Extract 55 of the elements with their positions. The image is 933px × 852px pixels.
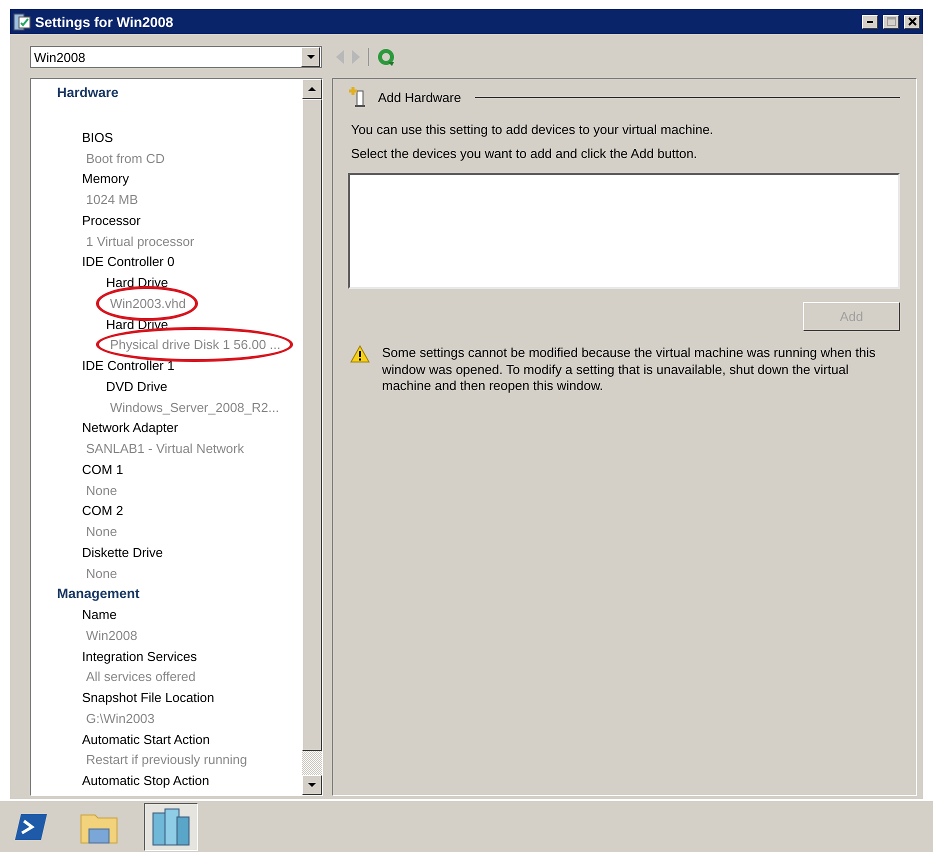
setting-value: G:\Win2003 bbox=[86, 710, 155, 728]
setting-value: 1 Virtual processor bbox=[86, 232, 194, 251]
setting-value: Win2008 bbox=[86, 626, 138, 645]
forward-arrow-icon bbox=[352, 50, 360, 64]
server-icon bbox=[151, 807, 191, 847]
setting-label[interactable]: Integration Services bbox=[82, 648, 197, 664]
minimize-icon bbox=[867, 20, 873, 22]
setting-label[interactable]: Automatic Stop Action bbox=[82, 773, 210, 788]
setting-label[interactable]: Automatic Start Action bbox=[82, 732, 210, 746]
setting-label[interactable]: BIOS bbox=[82, 130, 114, 145]
setting-value: All services offered bbox=[86, 668, 196, 686]
close-icon bbox=[906, 16, 918, 27]
back-arrow-icon bbox=[336, 50, 344, 64]
setting-label[interactable]: Network Adapter bbox=[82, 420, 178, 436]
scroll-up-icon bbox=[308, 87, 316, 91]
setting-value: Restart if previously running bbox=[86, 751, 248, 770]
setting-value: 1024 MB bbox=[86, 191, 138, 209]
close-button[interactable] bbox=[904, 14, 920, 28]
setting-label[interactable]: Snapshot File Location bbox=[82, 690, 214, 705]
setting-value: Windows_Server_2008_R2... bbox=[110, 398, 280, 417]
setting-label[interactable]: Processor bbox=[82, 212, 141, 228]
setting-value: Boot from CD bbox=[86, 150, 165, 168]
setting-label[interactable]: IDE Controller 1 bbox=[82, 358, 174, 373]
setting-value: None bbox=[86, 564, 118, 582]
setting-value: None bbox=[86, 482, 118, 500]
setting-label[interactable]: Memory bbox=[82, 171, 129, 186]
terminal-icon bbox=[15, 812, 47, 842]
refresh-button[interactable] bbox=[377, 48, 395, 66]
section-title: Add Hardware bbox=[378, 90, 462, 104]
minimize-button[interactable] bbox=[862, 14, 878, 28]
setting-value: None bbox=[86, 523, 118, 541]
setting-label[interactable]: COM 2 bbox=[82, 503, 124, 518]
scroll-down-icon bbox=[308, 783, 316, 787]
setting-label[interactable]: COM 1 bbox=[82, 462, 124, 477]
setting-value: Win2003.vhd bbox=[110, 294, 186, 314]
dropdown-arrow-icon bbox=[306, 55, 314, 59]
section-heading: Hardware bbox=[57, 85, 119, 100]
settings-window-icon bbox=[13, 12, 31, 30]
window-title: Settings for Win2008 bbox=[35, 14, 174, 30]
maximize-icon bbox=[886, 16, 896, 27]
section-heading: Management bbox=[57, 586, 140, 602]
setting-value: SANLAB1 - Virtual Network bbox=[86, 440, 244, 458]
description-text: Select the devices you want to add and click the Add button. bbox=[351, 146, 698, 161]
warning-icon bbox=[350, 345, 370, 363]
vm-dropdown[interactable]: Win2008 bbox=[30, 46, 322, 68]
description-text: You can use this setting to add devices to your virtual machine. bbox=[351, 122, 714, 137]
setting-label[interactable]: DVD Drive bbox=[106, 378, 168, 394]
setting-label[interactable]: Name bbox=[82, 607, 117, 622]
setting-value: Physical drive Disk 1 56.00 ... bbox=[110, 335, 281, 356]
taskbar-button[interactable] bbox=[144, 803, 198, 851]
setting-label[interactable]: Diskette Drive bbox=[82, 544, 163, 560]
setting-label[interactable]: IDE Controller 0 bbox=[82, 254, 174, 270]
device-list[interactable] bbox=[348, 173, 900, 289]
warning-message: Some settings cannot be modified because the virtual machine was running when this window was opened. To modify a setting that is unavailable, shut down the virtual machine and then reopen this window. bbox=[382, 345, 877, 394]
refresh-icon bbox=[377, 48, 395, 66]
